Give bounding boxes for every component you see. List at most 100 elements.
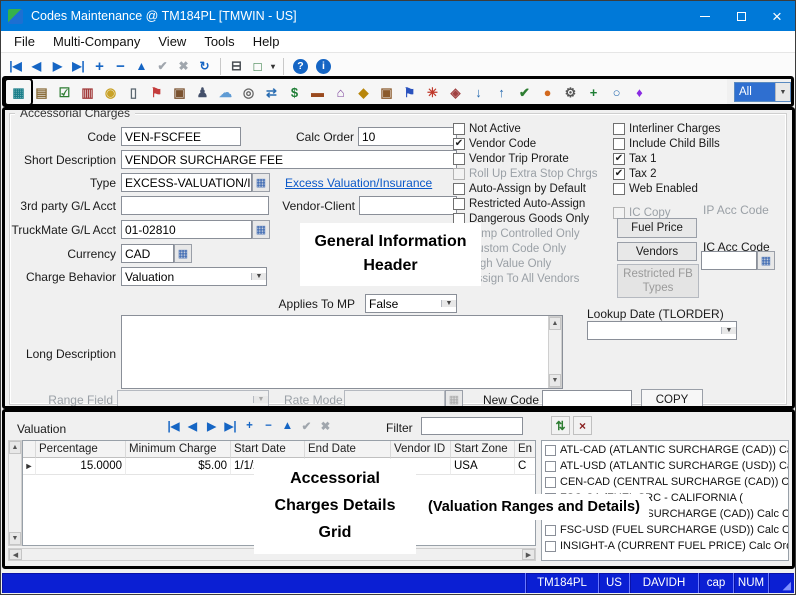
long-description-textarea[interactable] — [121, 315, 563, 389]
new-code-field[interactable] — [542, 390, 632, 409]
export-arrow-icon[interactable]: ↑ — [490, 83, 513, 103]
scroll-up-icon[interactable]: ▲ — [549, 317, 561, 330]
grid-last-icon[interactable]: ▶| — [221, 416, 240, 435]
grid-first-icon[interactable]: |◀ — [164, 416, 183, 435]
option-checkbox[interactable]: Roll Up Extra Stop Chrgs — [453, 166, 611, 181]
grid-header-cell[interactable]: Minimum Charge — [126, 441, 231, 458]
grid-cell[interactable]: 15.0000 — [36, 458, 126, 475]
code-list-item[interactable]: INSIGHT-A (CURRENT FUEL PRICE) Calc Orde — [542, 538, 788, 554]
cancel-edit-icon[interactable]: ✖ — [173, 56, 194, 76]
grid-cell[interactable]: ► — [23, 458, 36, 475]
grid-cell[interactable]: C — [515, 458, 536, 475]
restricted-fb-types-button[interactable]: Restricted FB Types — [617, 264, 699, 298]
currency-icon[interactable]: $ — [283, 83, 306, 103]
apply-filter-icon[interactable]: ⇅ — [551, 416, 570, 435]
code-list-item[interactable]: ATL-CAD (ATLANTIC SURCHARGE (CAD)) Ca — [542, 442, 788, 458]
option-checkbox[interactable]: Include Child Bills — [613, 136, 763, 151]
grid-header-cell[interactable]: Vendor ID — [391, 441, 451, 458]
next-record-icon[interactable]: ▶ — [47, 56, 68, 76]
dropdown-arrow-icon[interactable] — [441, 300, 456, 307]
separator[interactable] — [220, 58, 221, 75]
grid-insert-icon[interactable]: + — [240, 416, 259, 435]
long-description-scrollbar[interactable]: ▲ ▼ — [548, 316, 562, 388]
burst-icon[interactable]: ✳ — [421, 83, 444, 103]
ic-acc-code-lookup-button[interactable] — [757, 251, 775, 270]
code-list-item[interactable]: FSC-USD (FUEL SURCHARGE (USD)) Calc Orde — [542, 522, 788, 538]
clear-filter-icon[interactable]: × — [573, 416, 592, 435]
reel-icon[interactable]: ◎ — [237, 83, 260, 103]
option-checkbox[interactable]: Tax 2 — [613, 166, 763, 181]
last-record-icon[interactable]: ▶| — [68, 56, 89, 76]
option-checkbox[interactable]: Not Active — [453, 121, 611, 136]
option-checkbox[interactable]: Web Enabled — [613, 181, 763, 196]
gem-icon[interactable]: ◆ — [352, 83, 375, 103]
case-icon[interactable]: ▣ — [168, 83, 191, 103]
lookup-date-combo[interactable] — [587, 321, 737, 340]
filter-field[interactable] — [421, 417, 523, 435]
short-description-field[interactable]: VENDOR SURCHARGE FEE — [121, 150, 457, 169]
scroll-down-icon[interactable]: ▼ — [9, 532, 21, 545]
minimize-button[interactable] — [687, 1, 723, 31]
window-select-dropdown-icon[interactable]: ▾ — [268, 56, 278, 76]
charge-behavior-combo[interactable]: Valuation — [121, 267, 267, 286]
red-flag-icon[interactable]: ⚑ — [145, 83, 168, 103]
calendar-icon[interactable]: ▥ — [76, 83, 99, 103]
type-link[interactable]: Excess Valuation/Insurance — [285, 176, 432, 190]
window-select-icon[interactable]: □ — [247, 56, 268, 76]
help-icon[interactable]: ? — [293, 59, 308, 74]
scroll-track[interactable] — [549, 330, 561, 374]
insert-record-icon[interactable]: + — [89, 56, 110, 76]
import-arrow-icon[interactable]: ↓ — [467, 83, 490, 103]
menu-item[interactable]: File — [5, 32, 44, 51]
range-field-combo[interactable] — [117, 390, 269, 409]
rate-mode-field[interactable] — [344, 390, 445, 409]
approve-check-icon[interactable]: ✔ — [513, 83, 536, 103]
third-party-gl-field[interactable] — [121, 196, 269, 215]
type-field[interactable]: EXCESS-VALUATION/INS — [121, 173, 252, 192]
currency-lookup-button[interactable] — [174, 244, 192, 263]
clipboard-icon[interactable]: ▤ — [30, 83, 53, 103]
calc-order-field[interactable]: 10 — [358, 127, 457, 146]
cargo-icon[interactable]: ▬ — [306, 83, 329, 103]
code-field[interactable]: VEN-FSCFEE — [121, 127, 241, 146]
option-checkbox[interactable]: Auto-Assign by Default — [453, 181, 611, 196]
prev-record-icon[interactable]: ◀ — [26, 56, 47, 76]
gear-icon[interactable]: ⚙ — [559, 83, 582, 103]
dropdown-arrow-icon[interactable] — [775, 83, 790, 101]
option-checkbox[interactable]: Tax 1 — [613, 151, 763, 166]
grid-header-cell[interactable]: End Date — [305, 441, 391, 458]
maximize-button[interactable] — [723, 1, 759, 31]
currency-field[interactable]: CAD — [121, 244, 174, 263]
close-button[interactable]: × — [759, 1, 795, 31]
fuel-price-button[interactable]: Fuel Price — [617, 218, 697, 238]
delete-record-icon[interactable]: − — [110, 56, 131, 76]
first-record-icon[interactable]: |◀ — [5, 56, 26, 76]
task-check-icon[interactable]: ☑ — [53, 83, 76, 103]
ic-acc-code-field[interactable] — [701, 251, 757, 270]
grid-header-cell[interactable] — [23, 441, 36, 458]
truckmate-gl-lookup-button[interactable] — [252, 220, 270, 239]
package-icon[interactable]: ▣ — [375, 83, 398, 103]
blue-flag-icon[interactable]: ⚑ — [398, 83, 421, 103]
print-icon[interactable]: ⊟ — [226, 56, 247, 76]
coin-icon[interactable]: ◉ — [99, 83, 122, 103]
scroll-up-icon[interactable]: ▲ — [9, 441, 21, 454]
add-code-icon[interactable]: + — [582, 83, 605, 103]
scroll-right-icon[interactable]: ▶ — [522, 549, 535, 560]
grid-cell[interactable]: $5.00 — [126, 458, 231, 475]
menu-item[interactable]: Multi-Company — [44, 32, 149, 51]
tools-icon[interactable]: ♦ — [628, 83, 651, 103]
grid-delete-icon[interactable]: − — [259, 416, 278, 435]
grid-header-cell[interactable]: Percentage — [36, 441, 126, 458]
home-icon[interactable]: ⌂ — [329, 83, 352, 103]
fuel-dot-icon[interactable]: ● — [536, 83, 559, 103]
globe-icon[interactable]: ○ — [605, 83, 628, 103]
grid-next-icon[interactable]: ▶ — [202, 416, 221, 435]
grid-prev-icon[interactable]: ◀ — [183, 416, 202, 435]
code-list-item[interactable]: ATL-USD (ATLANTIC SURCHARGE (USD)) Calc — [542, 458, 788, 474]
about-icon[interactable]: i — [316, 59, 331, 74]
menu-item[interactable]: View — [149, 32, 195, 51]
dropdown-arrow-icon[interactable] — [721, 327, 736, 334]
post-edit-icon[interactable]: ✔ — [152, 56, 173, 76]
scroll-down-icon[interactable]: ▼ — [549, 374, 561, 387]
